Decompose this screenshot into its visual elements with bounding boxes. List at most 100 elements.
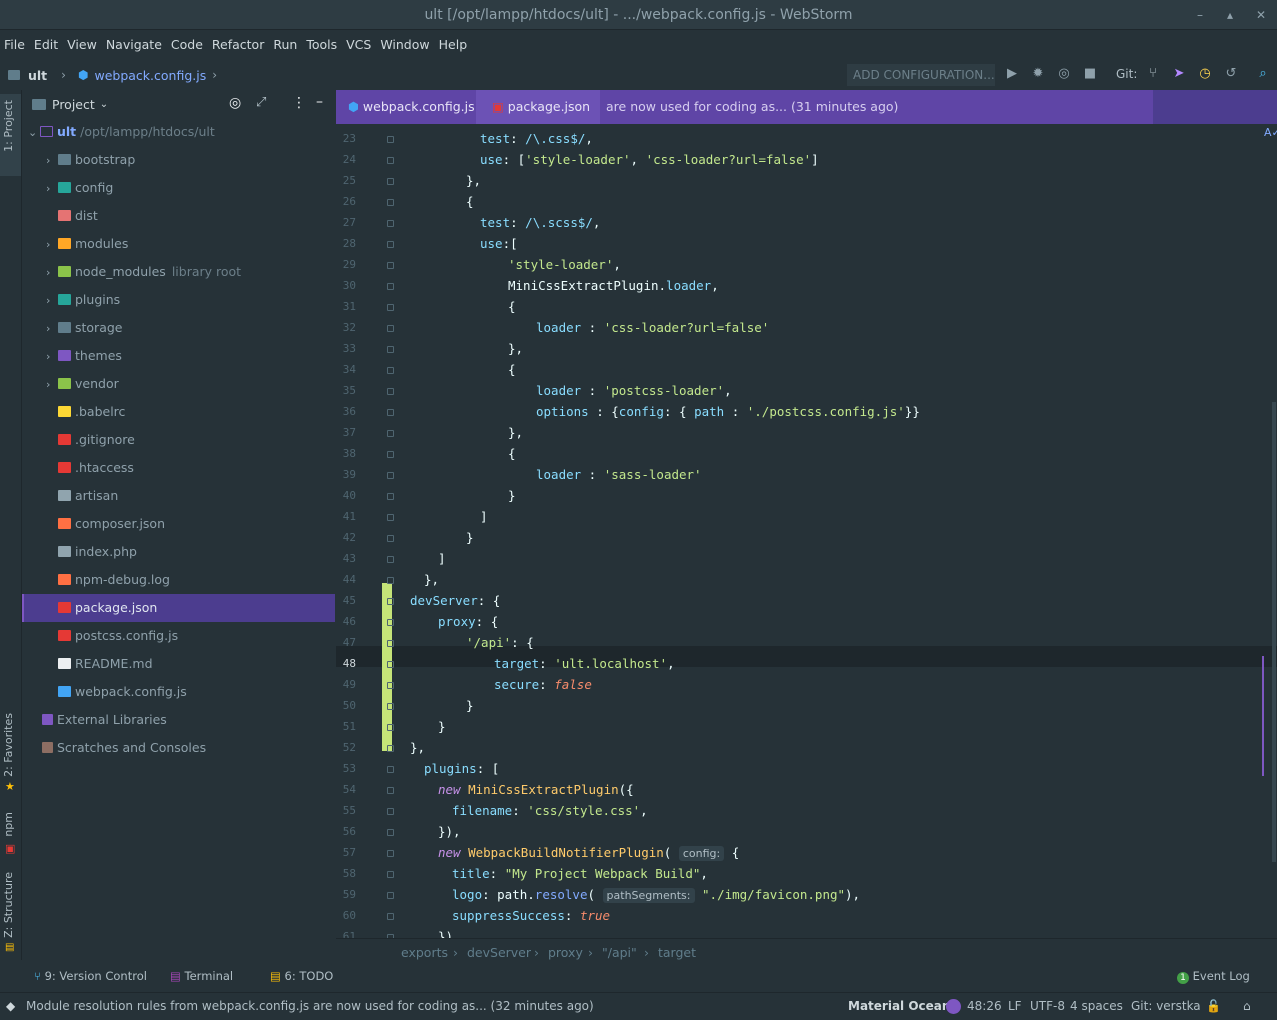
more-options-icon[interactable]: ⋮ xyxy=(292,95,306,111)
menu-item-vcs[interactable]: VCS xyxy=(346,37,371,52)
tree-item[interactable]: .gitignore xyxy=(22,426,335,454)
fold-marker-icon[interactable] xyxy=(387,661,394,668)
tree-item[interactable]: › vendor xyxy=(22,370,335,398)
tree-root[interactable]: ⌄ ult /opt/lampp/htdocs/ult xyxy=(22,118,335,146)
search-icon[interactable]: ⌕ xyxy=(1255,66,1271,82)
tree-item[interactable]: npm-debug.log xyxy=(22,566,335,594)
fold-marker-icon[interactable] xyxy=(387,241,394,248)
fold-marker-icon[interactable] xyxy=(387,136,394,143)
code-line[interactable]: } xyxy=(466,698,474,713)
fold-marker-icon[interactable] xyxy=(387,871,394,878)
history-icon[interactable]: ◷ xyxy=(1197,66,1213,82)
tree-item[interactable]: .babelrc xyxy=(22,398,335,426)
rollback-icon[interactable]: ↺ xyxy=(1223,66,1239,82)
menu-item-tools[interactable]: Tools xyxy=(306,37,337,52)
code-line[interactable]: { xyxy=(466,194,474,209)
code-line[interactable]: 'style-loader', xyxy=(508,257,621,272)
breadcrumb-item[interactable]: devServer xyxy=(467,945,531,960)
breadcrumb-item[interactable]: proxy xyxy=(548,945,583,960)
fold-marker-icon[interactable] xyxy=(387,388,394,395)
fold-marker-icon[interactable] xyxy=(387,430,394,437)
fold-marker-icon[interactable] xyxy=(387,535,394,542)
close-icon[interactable]: ✕ xyxy=(1256,0,1266,30)
fold-marker-icon[interactable] xyxy=(387,493,394,500)
fold-marker-icon[interactable] xyxy=(387,808,394,815)
tree-item[interactable]: .htaccess xyxy=(22,454,335,482)
maximize-icon[interactable]: ▴ xyxy=(1227,0,1233,30)
fold-marker-icon[interactable] xyxy=(387,367,394,374)
file-encoding[interactable]: UTF-8 xyxy=(1030,999,1065,1013)
tree-item[interactable]: › storage xyxy=(22,314,335,342)
version-control-tab[interactable]: ⑂ 9: Version Control xyxy=(34,969,147,983)
fold-marker-icon[interactable] xyxy=(387,451,394,458)
tab-webpack-config[interactable]: ⬢ webpack.config.js xyxy=(348,90,475,124)
code-line[interactable]: target: 'ult.localhost', xyxy=(494,656,675,671)
chevron-right-icon[interactable]: › xyxy=(46,371,58,399)
code-line[interactable]: new WebpackBuildNotifierPlugin( config: … xyxy=(438,845,739,861)
fold-marker-icon[interactable] xyxy=(387,892,394,899)
fold-marker-icon[interactable] xyxy=(387,325,394,332)
tree-item[interactable]: › plugins xyxy=(22,286,335,314)
chevron-right-icon[interactable]: › xyxy=(46,259,58,287)
lock-icon[interactable]: 🔓 xyxy=(1206,999,1221,1013)
code-line[interactable]: new MiniCssExtractPlugin({ xyxy=(438,782,634,797)
line-separator[interactable]: LF xyxy=(1008,999,1022,1013)
tab-package-json[interactable]: ▣ package.json xyxy=(476,90,600,124)
debug-icon[interactable]: ✹ xyxy=(1030,66,1046,82)
fold-marker-icon[interactable] xyxy=(387,598,394,605)
menu-item-code[interactable]: Code xyxy=(171,37,203,52)
code-line[interactable]: use: ['style-loader', 'css-loader?url=fa… xyxy=(480,152,819,167)
code-line[interactable]: { xyxy=(508,362,516,377)
breadcrumb-item[interactable]: "/api" xyxy=(602,945,637,960)
menu-item-help[interactable]: Help xyxy=(439,37,468,52)
fold-marker-icon[interactable] xyxy=(387,745,394,752)
chevron-down-icon[interactable]: ⌄ xyxy=(100,99,108,110)
project-view-selector[interactable]: Project xyxy=(52,97,95,112)
fold-marker-icon[interactable] xyxy=(387,157,394,164)
code-line[interactable]: plugins: [ xyxy=(424,761,499,776)
fold-marker-icon[interactable] xyxy=(387,472,394,479)
code-line[interactable]: logo: path.resolve( pathSegments: "./img… xyxy=(452,887,860,903)
git-branch-icon[interactable]: ⑂ xyxy=(1145,66,1161,82)
fold-marker-icon[interactable] xyxy=(387,262,394,269)
tree-item[interactable]: › themes xyxy=(22,342,335,370)
code-line[interactable]: }), xyxy=(438,929,461,938)
tree-item[interactable]: postcss.config.js xyxy=(22,622,335,650)
chevron-right-icon[interactable]: › xyxy=(46,231,58,259)
menu-item-file[interactable]: File xyxy=(4,37,25,52)
code-line[interactable]: filename: 'css/style.css', xyxy=(452,803,648,818)
chevron-right-icon[interactable]: › xyxy=(46,315,58,343)
chevron-right-icon[interactable]: › xyxy=(46,175,58,203)
code-line[interactable]: ] xyxy=(480,509,488,524)
git-branch[interactable]: Git: verstka xyxy=(1131,999,1201,1013)
menu-item-edit[interactable]: Edit xyxy=(34,37,58,52)
code-line[interactable]: title: "My Project Webpack Build", xyxy=(452,866,708,881)
indent-setting[interactable]: 4 spaces xyxy=(1070,999,1123,1013)
fold-marker-icon[interactable] xyxy=(387,703,394,710)
fold-marker-icon[interactable] xyxy=(387,556,394,563)
add-configuration-button[interactable]: ADD CONFIGURATION... xyxy=(847,64,995,86)
breadcrumb-item[interactable]: exports xyxy=(401,945,448,960)
tree-item[interactable]: dist xyxy=(22,202,335,230)
tree-external-libraries[interactable]: External Libraries xyxy=(22,706,335,734)
tree-item[interactable]: composer.json xyxy=(22,510,335,538)
tree-item[interactable]: › config xyxy=(22,174,335,202)
menu-item-navigate[interactable]: Navigate xyxy=(106,37,162,52)
code-line[interactable]: }, xyxy=(410,740,425,755)
todo-tab[interactable]: ▤ 6: TODO xyxy=(270,969,333,983)
code-line[interactable]: } xyxy=(508,488,516,503)
tab-structure[interactable]: Z: Structure xyxy=(2,872,15,938)
fold-marker-icon[interactable] xyxy=(387,199,394,206)
code-line[interactable]: '/api': { xyxy=(466,635,534,650)
tab-project[interactable]: 1: Project xyxy=(2,100,15,152)
chevron-right-icon[interactable]: › xyxy=(46,147,58,175)
fold-marker-icon[interactable] xyxy=(387,850,394,857)
code-line[interactable]: secure: false xyxy=(494,677,592,692)
code-line[interactable]: }, xyxy=(508,341,523,356)
code-line[interactable]: }), xyxy=(438,824,461,839)
code-line[interactable]: { xyxy=(508,299,516,314)
code-line[interactable]: }, xyxy=(508,425,523,440)
code-line[interactable]: ] xyxy=(438,551,446,566)
code-line[interactable]: }, xyxy=(424,572,439,587)
code-line[interactable]: { xyxy=(508,446,516,461)
